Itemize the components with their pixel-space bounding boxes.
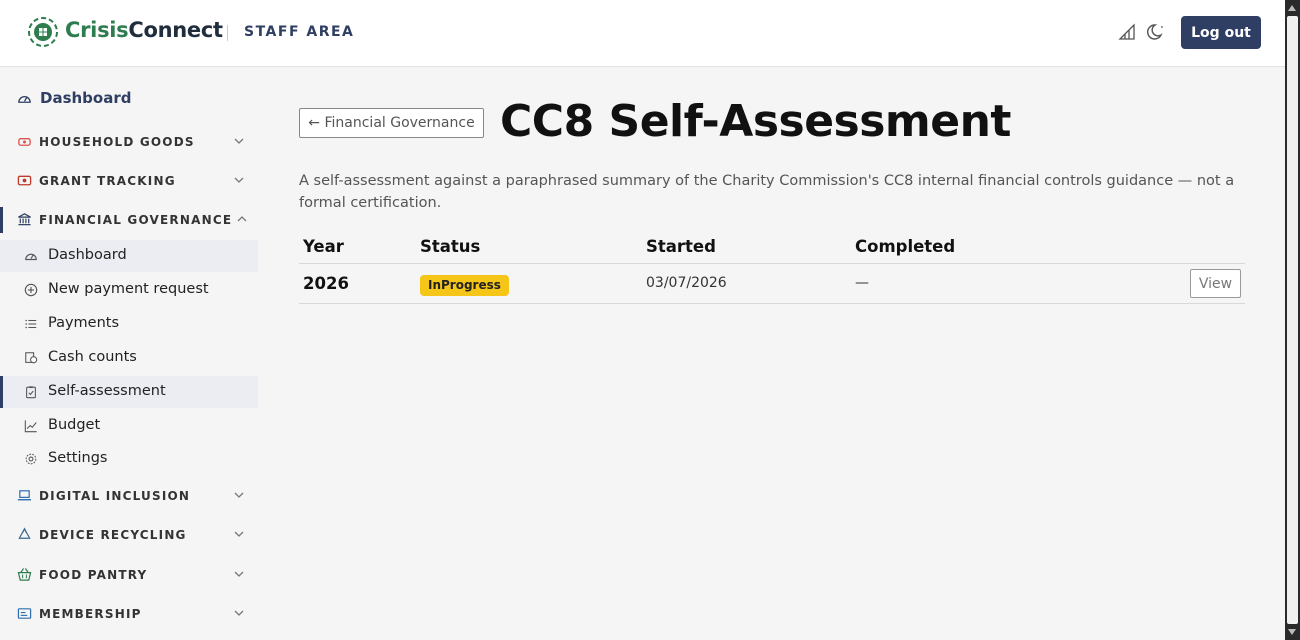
list-icon: [25, 319, 37, 329]
table-header: Year Status Started Completed: [299, 230, 1245, 264]
chevron-down-icon: [234, 177, 244, 183]
gauge-icon: [25, 253, 37, 261]
sofa-icon: [18, 138, 31, 146]
sidebar-item-label: Self-assessment: [48, 383, 166, 399]
cell-completed: —: [855, 275, 869, 291]
stats-icon[interactable]: [1117, 22, 1137, 42]
sidebar-item-dashboard[interactable]: Dashboard: [0, 87, 258, 111]
section-label: HOUSEHOLD GOODS: [39, 135, 195, 149]
chevron-down-icon: [234, 138, 244, 144]
id-card-icon: [17, 608, 32, 619]
sidebar-item-fg-dashboard[interactable]: Dashboard: [0, 240, 258, 272]
sidebar-item-label: Dashboard: [40, 89, 132, 107]
sidebar-item-label: Payments: [48, 315, 120, 331]
column-header-completed: Completed: [855, 237, 956, 256]
chevron-down-icon: [234, 571, 244, 577]
page-description: A self-assessment against a paraphrased …: [299, 173, 1235, 211]
header-divider: [227, 25, 228, 41]
back-to-financial-governance-button[interactable]: ← Financial Governance: [299, 108, 484, 138]
brand-name[interactable]: CrisisConnect: [65, 18, 223, 42]
section-label: GRANT TRACKING: [39, 174, 176, 188]
brand-name-part2: Connect: [128, 18, 223, 42]
page-title: CC8 Self-Assessment: [500, 96, 1011, 147]
sidebar-item-label: New payment request: [48, 281, 209, 297]
section-device-recycling[interactable]: DEVICE RECYCLING: [0, 522, 258, 548]
section-grant-tracking[interactable]: GRANT TRACKING: [0, 168, 258, 194]
gauge-icon: [18, 96, 31, 103]
sidebar-item-payments[interactable]: Payments: [0, 308, 258, 340]
sidebar-item-budget[interactable]: Budget: [0, 410, 258, 442]
sidebar-item-label: Dashboard: [48, 247, 127, 263]
recycle-icon: [18, 527, 31, 539]
sidebar-item-settings[interactable]: Settings: [0, 443, 258, 475]
crisisconnect-logo-icon: [28, 17, 58, 47]
view-button[interactable]: View: [1190, 269, 1241, 298]
chevron-down-icon: [234, 531, 244, 537]
sidebar-item-self-assessment[interactable]: Self-assessment: [0, 376, 258, 408]
sidebar: Dashboard HOUSEHOLD GOODS GRANT TRACKING…: [0, 67, 258, 640]
laptop-icon: [17, 490, 32, 501]
vertical-scrollbar[interactable]: [1285, 0, 1300, 640]
section-label: DIGITAL INCLUSION: [39, 489, 191, 503]
wallet-icon: [17, 175, 32, 186]
scroll-up-arrow[interactable]: [1288, 5, 1296, 11]
bank-icon: [18, 213, 31, 226]
chart-line-icon: [24, 420, 37, 433]
chevron-down-icon: [234, 610, 244, 616]
basket-icon: [17, 568, 32, 581]
scroll-down-arrow[interactable]: [1288, 629, 1296, 635]
clipboard-check-icon: [26, 386, 36, 399]
section-label: MEMBERSHIP: [39, 607, 142, 621]
section-label: FINANCIAL GOVERNANCE: [39, 213, 233, 227]
section-digital-inclusion[interactable]: DIGITAL INCLUSION: [0, 483, 258, 509]
section-food-pantry[interactable]: FOOD PANTRY: [0, 562, 258, 588]
section-label: FOOD PANTRY: [39, 568, 148, 582]
cell-started: 03/07/2026: [646, 275, 727, 291]
scroll-thumb[interactable]: [1287, 16, 1298, 624]
brand-name-part1: Crisis: [65, 18, 129, 42]
chevron-down-icon: [234, 492, 244, 498]
dark-mode-icon[interactable]: [1147, 22, 1167, 42]
status-badge: InProgress: [420, 275, 509, 296]
sidebar-item-label: Settings: [48, 450, 108, 466]
staff-area-label: STAFF AREA: [244, 24, 355, 40]
top-header: CrisisConnect STAFF AREA Log out: [0, 0, 1285, 67]
sidebar-item-new-payment-request[interactable]: New payment request: [0, 274, 258, 306]
section-household-goods[interactable]: HOUSEHOLD GOODS: [0, 129, 258, 155]
section-membership[interactable]: MEMBERSHIP: [0, 601, 258, 627]
section-label: DEVICE RECYCLING: [39, 528, 187, 542]
column-header-started: Started: [646, 237, 716, 256]
sidebar-item-cash-counts[interactable]: Cash counts: [0, 342, 258, 374]
logout-button[interactable]: Log out: [1181, 16, 1261, 49]
column-header-status: Status: [420, 237, 481, 256]
plus-circle-icon: [24, 283, 38, 297]
cell-year: 2026: [303, 274, 349, 293]
section-financial-governance[interactable]: FINANCIAL GOVERNANCE: [0, 207, 258, 233]
chevron-up-icon: [237, 216, 247, 222]
cash-icon: [25, 352, 38, 364]
sidebar-item-label: Budget: [48, 417, 101, 433]
sidebar-item-label: Cash counts: [48, 349, 137, 365]
table-row: 2026 InProgress 03/07/2026 — View: [299, 265, 1245, 304]
gear-icon: [25, 453, 37, 465]
column-header-year: Year: [303, 237, 344, 256]
